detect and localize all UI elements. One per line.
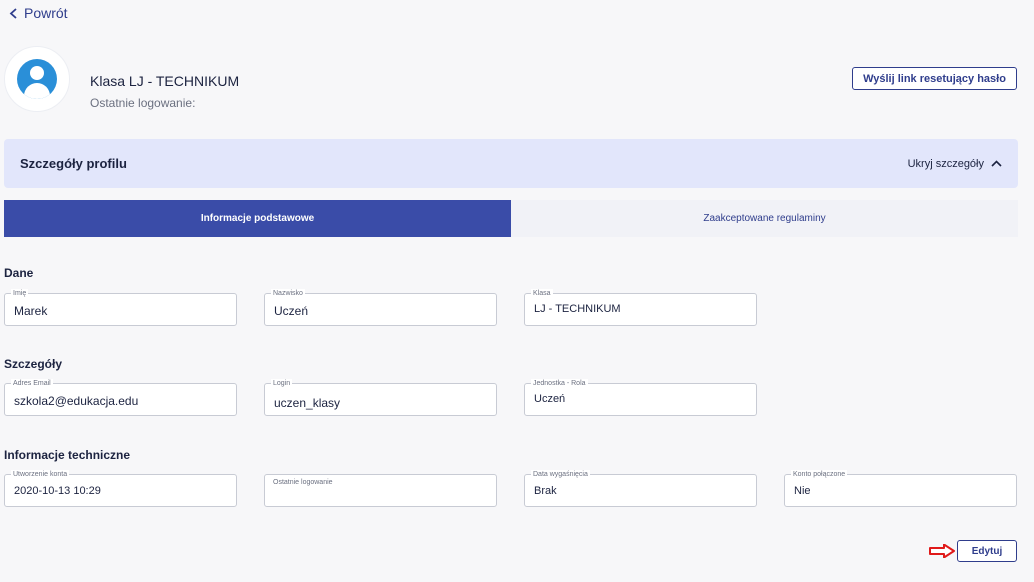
last-login-label: Ostatnie logowanie [273,479,333,486]
last-name-label: Nazwisko [271,289,305,298]
profile-details-bar: Szczegóły profilu Ukryj szczegóły [4,139,1018,188]
profile-name: Klasa LJ - TECHNIKUM [90,73,240,89]
first-name-value: Marek [14,304,48,318]
reset-password-button[interactable]: Wyślij link resetujący hasło [852,67,1017,90]
class-field[interactable]: Klasa LJ - TECHNIKUM [524,289,757,326]
email-label: Adres Email [11,379,53,388]
tab-bar: Informacje podstawowe Zaakceptowane regu… [4,200,1018,237]
class-label: Klasa [531,289,553,298]
chevron-up-icon [991,160,1002,167]
last-name-field[interactable]: Nazwisko Uczeń [264,289,497,326]
section-title-techniczne: Informacje techniczne [4,448,131,462]
unit-role-value: Uczeń [534,393,566,405]
user-icon [17,59,57,99]
avatar [4,46,70,112]
edit-button[interactable]: Edytuj [957,540,1017,562]
back-label: Powrót [24,5,68,21]
hide-details-label: Ukryj szczegóły [907,157,984,170]
class-value: LJ - TECHNIKUM [534,303,621,315]
account-created-value: 2020-10-13 10:29 [14,485,101,497]
expiry-date-value: Brak [534,485,557,497]
email-value: szkola2@edukacja.edu [14,394,139,408]
expiry-date-label: Data wygaśnięcia [531,470,590,479]
tab-basic-info[interactable]: Informacje podstawowe [4,200,511,237]
profile-details-title: Szczegóły profilu [20,156,127,171]
chevron-left-icon [9,7,17,19]
login-value: uczen_klasy [274,396,341,410]
section-title-dane: Dane [4,266,34,280]
section-title-szczegoly: Szczegóły [4,357,63,371]
back-link[interactable]: Powrót [9,5,68,21]
first-name-label: Imię [11,289,29,298]
first-name-field[interactable]: Imię Marek [4,289,237,326]
login-label: Login [271,379,293,388]
linked-account-field[interactable]: Konto połączone Nie [784,470,1017,507]
expiry-date-field[interactable]: Data wygaśnięcia Brak [524,470,757,507]
last-name-value: Uczeń [274,304,309,318]
account-created-label: Utworzenie konta [11,470,70,479]
linked-account-value: Nie [794,485,811,497]
tab-accepted-terms[interactable]: Zaakceptowane regulaminy [511,200,1018,237]
unit-role-field[interactable]: Jednostka - Rola Uczeń [524,379,757,416]
last-login-text: Ostatnie logowanie: [90,96,196,110]
last-login-field[interactable]: Ostatnie logowanie [264,474,497,507]
login-field[interactable]: Login uczen_klasy [264,379,497,416]
hide-details-toggle[interactable]: Ukryj szczegóły [908,158,1002,170]
email-field[interactable]: Adres Email szkola2@edukacja.edu [4,379,237,416]
arrow-right-icon [929,544,955,558]
linked-account-label: Konto połączone [791,470,848,479]
account-created-field[interactable]: Utworzenie konta 2020-10-13 10:29 [4,470,237,507]
unit-role-label: Jednostka - Rola [531,379,588,388]
